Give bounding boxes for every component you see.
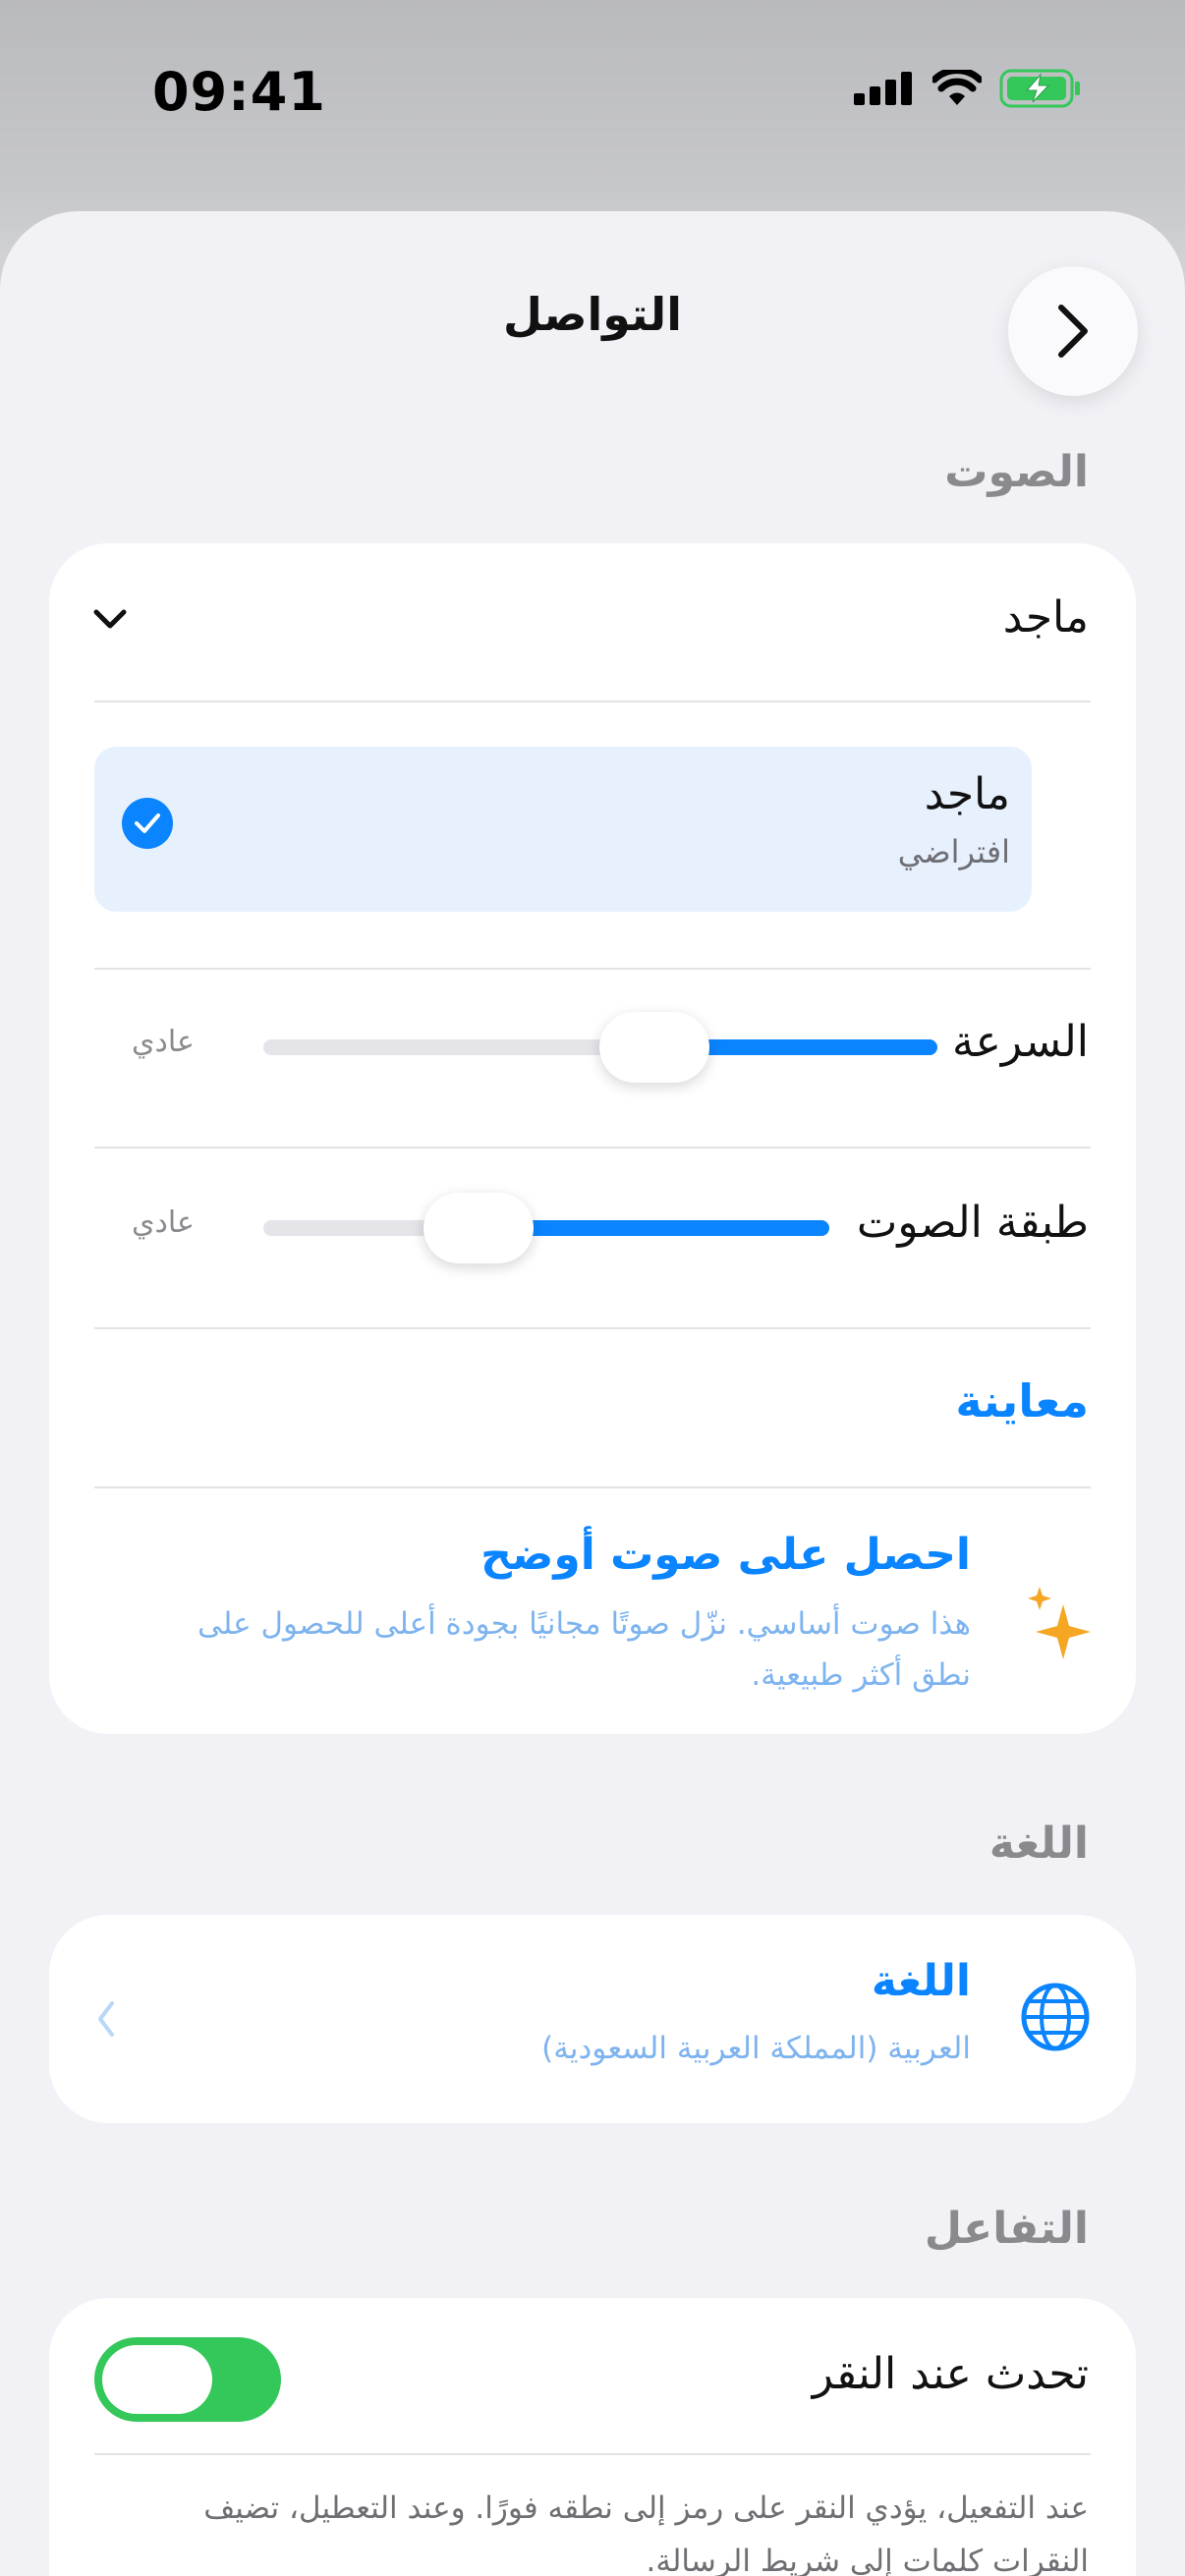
pitch-label: طبقة الصوت: [856, 1198, 1089, 1248]
section-label-voice: الصوت: [944, 447, 1089, 497]
upgrade-title: احصل على صوت أوضح: [480, 1530, 971, 1580]
tap-to-speak-description-line1: عند التفعيل، يؤدي النقر على رمز إلى نطقه…: [203, 2491, 1089, 2526]
voice-option-selected[interactable]: [94, 747, 1032, 912]
language-card[interactable]: اللغة العربية (المملكة العربية السعودية): [49, 1915, 1136, 2123]
chevron-down-icon: [93, 609, 127, 629]
globe-icon: [1021, 1983, 1090, 2051]
voice-picker[interactable]: ماجد: [49, 543, 1136, 700]
chevron-right-icon: [1058, 305, 1088, 358]
pitch-value-label: عادي: [132, 1205, 195, 1240]
tap-to-speak-description-line2: النقرات كلمات إلى شريط الرسالة.: [646, 2544, 1089, 2576]
toggle-knob: [102, 2345, 212, 2414]
voice-option-subtitle: افتراضي: [897, 833, 1010, 870]
language-item-value: العربية (المملكة العربية السعودية): [541, 2031, 971, 2066]
section-label-language: اللغة: [988, 1819, 1089, 1869]
preview-link[interactable]: معاينة: [955, 1374, 1089, 1428]
section-label-interaction: التفاعل: [924, 2204, 1089, 2254]
selected-voice-name: ماجد: [1002, 592, 1089, 643]
speed-value-label: عادي: [132, 1025, 195, 1059]
battery-charging-icon: [999, 69, 1080, 108]
cellular-signal-icon: [854, 72, 912, 105]
sparkle-icon: [1028, 1587, 1091, 1659]
divider: [94, 968, 1091, 970]
divider: [94, 1327, 1091, 1329]
tap-to-speak-toggle[interactable]: [94, 2337, 281, 2422]
divider: [94, 700, 1091, 702]
settings-sheet: التواصل الصوت ماجد ماجد افتراضي السرعة ع…: [0, 211, 1185, 2576]
status-icons: [854, 69, 1082, 108]
wifi-icon: [932, 70, 982, 105]
language-item-title: اللغة: [871, 1956, 971, 2006]
pitch-slider-thumb[interactable]: [423, 1193, 534, 1263]
voice-option-name: ماجد: [924, 769, 1010, 819]
status-bar: 09:41: [0, 0, 1185, 196]
divider: [94, 1147, 1091, 1148]
back-button[interactable]: [1008, 266, 1138, 396]
tap-to-speak-label: تحدث عند النقر: [812, 2349, 1089, 2399]
upgrade-description-line2: نطق أكثر طبيعية.: [751, 1657, 971, 1693]
status-time: 09:41: [152, 61, 326, 123]
chevron-left-icon: [98, 2001, 114, 2037]
speed-label: السرعة: [951, 1017, 1089, 1067]
interaction-card: تحدث عند النقر عند التفعيل، يؤدي النقر ع…: [49, 2298, 1136, 2576]
upgrade-voice-prompt[interactable]: احصل على صوت أوضح هذا صوت أساسي. نزّل صو…: [49, 1488, 1136, 1734]
voice-card: ماجد ماجد افتراضي السرعة عادي طبقة الصوت…: [49, 543, 1136, 1734]
speed-slider-thumb[interactable]: [598, 1012, 709, 1083]
upgrade-description-line1: هذا صوت أساسي. نزّل صوتًا مجانيًا بجودة …: [198, 1606, 971, 1642]
checkmark-icon: [122, 798, 173, 849]
divider: [94, 2453, 1091, 2455]
